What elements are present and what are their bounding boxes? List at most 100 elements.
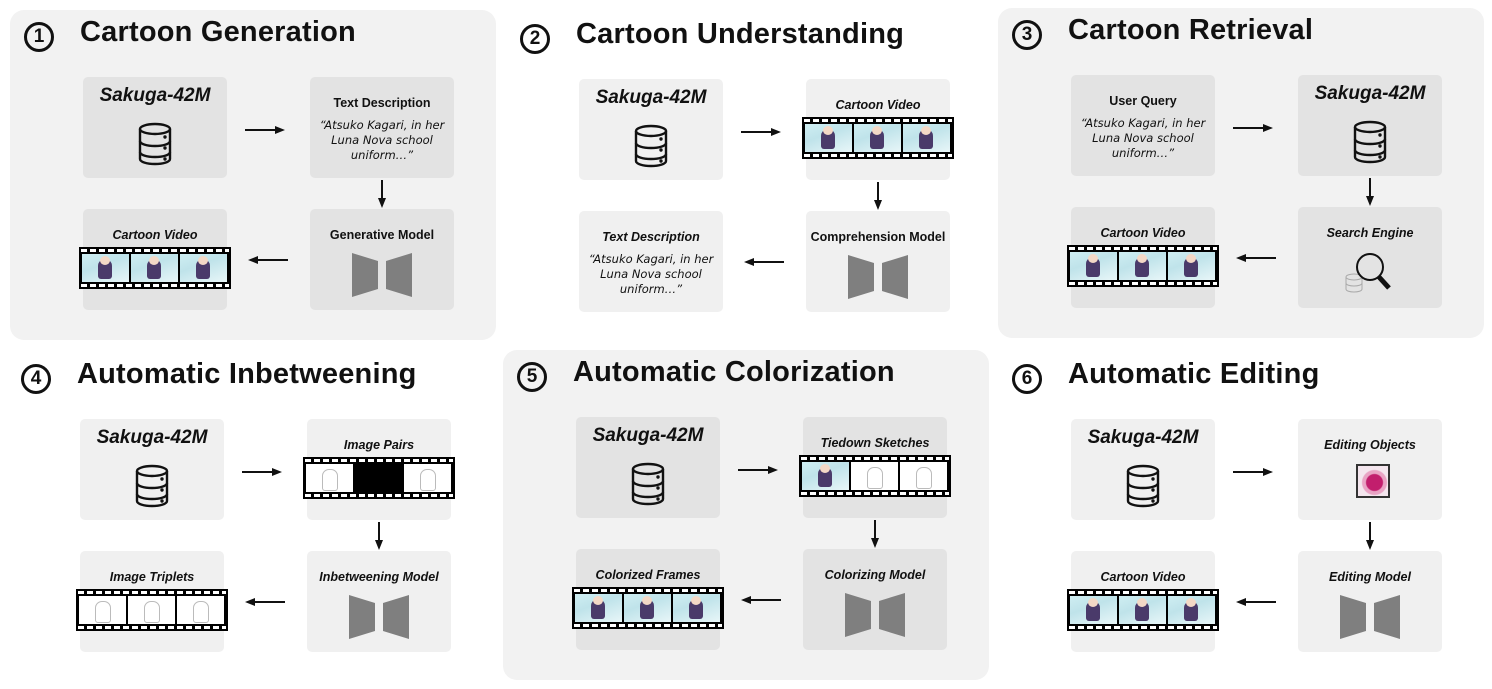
panel-number-badge: 1 <box>24 22 54 52</box>
film-frame-color <box>82 254 129 282</box>
cartoon-character <box>1184 598 1198 621</box>
video-box: Cartoon Video <box>802 79 954 180</box>
edit-box: Editing Objects <box>1298 419 1442 520</box>
film-sprockets <box>801 457 949 460</box>
arrow-right-icon <box>738 466 778 474</box>
film-frame-sketch <box>128 596 175 624</box>
video-box: Colorized Frames <box>572 549 724 650</box>
cartoon-character <box>193 601 209 623</box>
film-sprockets <box>1069 247 1217 250</box>
text-box: Text Description “Atsuko Kagari, in her L… <box>310 77 454 178</box>
cartoon-character <box>640 596 654 619</box>
box-label: Image Pairs <box>343 438 415 452</box>
film-sprockets <box>1069 282 1217 285</box>
film-frame-color <box>1070 252 1117 280</box>
film-frame-color <box>624 594 671 622</box>
video-box: Cartoon Video <box>79 209 231 310</box>
film-sprockets <box>804 154 952 157</box>
search-box: Search Engine <box>1298 207 1442 308</box>
db-box: Sakuga-42M <box>83 77 227 178</box>
cartoon-character <box>821 126 835 149</box>
film-sprockets <box>78 591 226 594</box>
video-box: Cartoon Video <box>1067 551 1219 652</box>
box-label: Cartoon Video <box>1100 226 1186 240</box>
dataset-name: Sakuga-42M <box>595 87 707 108</box>
model-box: Editing Model <box>1298 551 1442 652</box>
model-box: Inbetweening Model <box>307 551 451 652</box>
arrow-down-icon <box>375 522 383 550</box>
film-frame-color <box>673 594 720 622</box>
cartoon-character <box>1135 254 1149 277</box>
cartoon-character <box>144 601 160 623</box>
box-label: Editing Model <box>1329 570 1411 584</box>
dataset-name: Sakuga-42M <box>96 427 208 448</box>
film-sprockets <box>81 249 229 252</box>
film-frame-color <box>805 124 852 152</box>
box-label: Generative Model <box>329 228 435 242</box>
film-sprockets <box>801 492 949 495</box>
panel-number-badge: 6 <box>1012 364 1042 394</box>
text-description-quote: “Atsuko Kagari, in her Luna Nova school … <box>588 252 714 296</box>
film-strip <box>1067 589 1219 631</box>
film-frame-black <box>355 464 402 492</box>
film-frame-color <box>1119 596 1166 624</box>
cartoon-character <box>98 256 112 279</box>
model-bowtie-icon <box>845 593 905 637</box>
cartoon-character <box>1086 254 1100 277</box>
db-box: Sakuga-42M <box>80 419 224 520</box>
arrow-down-icon <box>871 520 879 548</box>
box-label: Comprehension Model <box>810 230 946 244</box>
arrow-right-icon <box>1233 468 1273 476</box>
film-sprockets <box>804 119 952 122</box>
box-label: Cartoon Video <box>835 98 921 112</box>
film-strip <box>76 589 228 631</box>
arrow-right-icon <box>741 128 781 136</box>
text-box: User Query “Atsuko Kagari, in her Luna No… <box>1071 75 1215 176</box>
panel-title: Automatic Editing <box>1068 358 1320 390</box>
film-frame-color <box>1119 252 1166 280</box>
film-frame-sketch <box>306 464 353 492</box>
cartoon-character <box>591 596 605 619</box>
video-box: Cartoon Video <box>1067 207 1219 308</box>
arrow-left-icon <box>1236 254 1276 262</box>
db-box: Sakuga-42M <box>1071 419 1215 520</box>
box-label: Image Triplets <box>109 570 195 584</box>
film-sprockets <box>1069 591 1217 594</box>
dataset-name: Sakuga-42M <box>1087 427 1199 448</box>
arrow-left-icon <box>741 596 781 604</box>
search-engine-icon <box>1345 253 1391 293</box>
arrow-right-icon <box>245 126 285 134</box>
arrow-left-icon <box>248 256 288 264</box>
film-frame-color <box>1070 596 1117 624</box>
arrow-down-icon <box>1366 522 1374 550</box>
dataset-name: Sakuga-42M <box>99 85 211 106</box>
panel-title: Cartoon Understanding <box>576 18 905 50</box>
arrow-left-icon <box>1236 598 1276 606</box>
database-icon <box>1353 120 1387 164</box>
panel-title: Automatic Colorization <box>573 356 895 388</box>
editing-object-thumbnail <box>1356 464 1390 498</box>
panel-automatic-inbetweening: 4 Automatic Inbetweening Sakuga-42M Image P… <box>7 352 493 682</box>
cartoon-character <box>1135 598 1149 621</box>
arrow-right-icon <box>1233 124 1273 132</box>
database-icon <box>135 464 169 508</box>
film-frame-color <box>1168 596 1215 624</box>
box-label: Cartoon Video <box>112 228 198 242</box>
panel-cartoon-retrieval: 3 Cartoon Retrieval User Query “Atsuko Kaga… <box>998 8 1484 338</box>
box-label: Text Description <box>602 230 700 244</box>
box-label: Tiedown Sketches <box>820 436 930 450</box>
model-box: Generative Model <box>310 209 454 310</box>
panel-cartoon-understanding: 2 Cartoon Understanding Sakuga-42M Cartoon … <box>506 12 992 342</box>
film-frame-color <box>1168 252 1215 280</box>
film-strip <box>802 117 954 159</box>
cartoon-character <box>1086 598 1100 621</box>
film-sprockets <box>574 589 722 592</box>
film-strip <box>572 587 724 629</box>
cartoon-character <box>420 469 436 491</box>
panel-title: Automatic Inbetweening <box>77 358 417 390</box>
box-label: Colorizing Model <box>824 568 926 582</box>
box-label: Text Description <box>333 96 431 110</box>
film-frame-sketch <box>177 596 224 624</box>
panel-number-badge: 4 <box>21 364 51 394</box>
cartoon-character <box>916 467 932 489</box>
